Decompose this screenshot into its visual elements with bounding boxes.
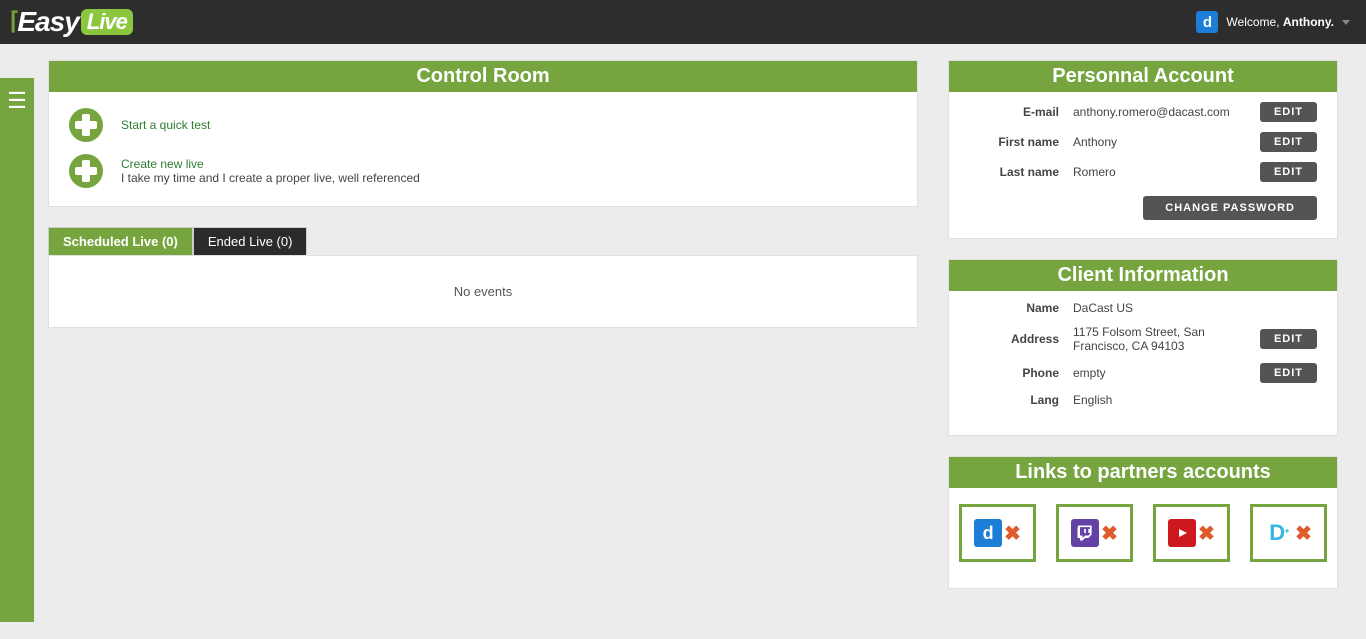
tab-content: No events — [48, 255, 918, 328]
welcome-text: Welcome, Anthony. — [1226, 15, 1334, 29]
topbar: ⌈ Easy Live d Welcome, Anthony. — [0, 0, 1366, 44]
plus-icon — [69, 108, 103, 142]
panel-partners: Links to partners accounts d ✖ ✖ ✖ — [948, 456, 1338, 589]
tab-scheduled-live[interactable]: Scheduled Live (0) — [48, 227, 193, 255]
sidebar-toggle[interactable]: ☰ — [0, 78, 34, 622]
label-firstname: First name — [969, 135, 1059, 149]
value-client-name: DaCast US — [1073, 301, 1317, 315]
label-lastname: Last name — [969, 165, 1059, 179]
no-events-text: No events — [454, 284, 513, 299]
partner-dacast[interactable]: d ✖ — [959, 504, 1036, 562]
label-client-name: Name — [969, 301, 1059, 315]
brand-logo: ⌈ Easy Live — [10, 6, 133, 38]
logo-text-easy: Easy — [17, 6, 78, 38]
remove-icon: ✖ — [1295, 521, 1312, 546]
panel-personal-account: Personnal Account E-mail anthony.romero@… — [948, 60, 1338, 239]
panel-title-partners: Links to partners accounts — [949, 457, 1337, 488]
value-phone: empty — [1073, 366, 1260, 380]
panel-control-room: Control Room Start a quick test Create n… — [48, 60, 918, 207]
logo-text-live: Live — [81, 9, 133, 35]
partner-youtube[interactable]: ✖ — [1153, 504, 1230, 562]
twitch-icon — [1071, 519, 1099, 547]
avatar: d — [1196, 11, 1218, 33]
action-create-live[interactable]: Create new live I take my time and I cre… — [69, 154, 897, 188]
hamburger-icon: ☰ — [7, 90, 27, 112]
live-tabs: Scheduled Live (0) Ended Live (0) — [48, 227, 918, 255]
label-email: E-mail — [969, 105, 1059, 119]
dacast-icon: d — [974, 519, 1002, 547]
remove-icon: ✖ — [1101, 521, 1118, 546]
action-quick-test[interactable]: Start a quick test — [69, 108, 897, 142]
chevron-down-icon — [1342, 20, 1350, 25]
panel-title-account: Personnal Account — [949, 61, 1337, 92]
label-address: Address — [969, 332, 1059, 346]
create-live-label: Create new live — [121, 157, 420, 171]
partner-twitch[interactable]: ✖ — [1056, 504, 1133, 562]
value-email: anthony.romero@dacast.com — [1073, 105, 1260, 119]
edit-firstname-button[interactable]: EDIT — [1260, 132, 1317, 152]
remove-icon: ✖ — [1004, 521, 1021, 546]
label-lang: Lang — [969, 393, 1059, 407]
panel-title-client: Client Information — [949, 260, 1337, 291]
plus-icon — [69, 154, 103, 188]
edit-address-button[interactable]: EDIT — [1260, 329, 1317, 349]
tab-ended-live[interactable]: Ended Live (0) — [193, 227, 308, 255]
value-firstname: Anthony — [1073, 135, 1260, 149]
value-lastname: Romero — [1073, 165, 1260, 179]
edit-phone-button[interactable]: EDIT — [1260, 363, 1317, 383]
partner-dailymotion[interactable]: D* ✖ — [1250, 504, 1327, 562]
dailymotion-icon: D* — [1265, 519, 1293, 547]
quick-test-label: Start a quick test — [121, 118, 210, 132]
remove-icon: ✖ — [1198, 521, 1215, 546]
change-password-button[interactable]: CHANGE PASSWORD — [1143, 196, 1317, 220]
panel-client-info: Client Information Name DaCast US Addres… — [948, 259, 1338, 436]
value-lang: English — [1073, 393, 1317, 407]
panel-title-control: Control Room — [49, 61, 917, 92]
youtube-icon — [1168, 519, 1196, 547]
create-live-sub: I take my time and I create a proper liv… — [121, 171, 420, 185]
edit-email-button[interactable]: EDIT — [1260, 102, 1317, 122]
value-address: 1175 Folsom Street, San Francisco, CA 94… — [1073, 325, 1260, 353]
edit-lastname-button[interactable]: EDIT — [1260, 162, 1317, 182]
user-menu[interactable]: d Welcome, Anthony. — [1196, 11, 1350, 33]
label-phone: Phone — [969, 366, 1059, 380]
